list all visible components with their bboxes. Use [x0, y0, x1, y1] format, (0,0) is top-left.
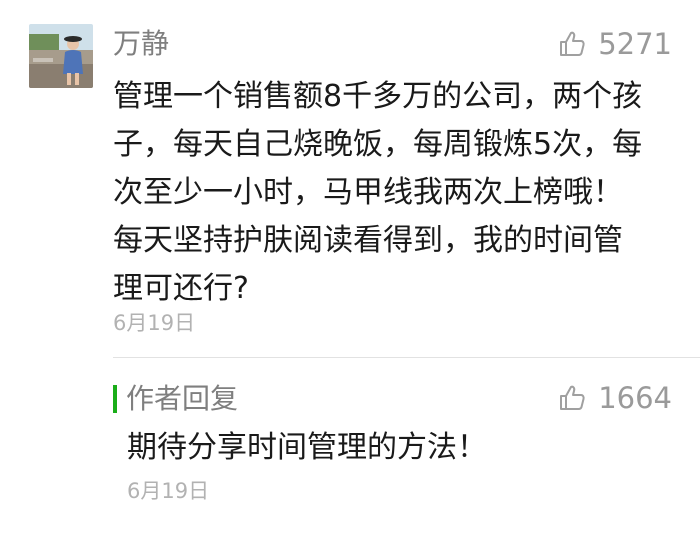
reply-like-count: 1664 [598, 381, 672, 415]
comment-text: 管理一个销售额8千多万的公司，两个孩 子，每天自己烧晚饭，每周锻炼5次，每 次至… [113, 79, 643, 306]
comment-like-count: 5271 [598, 27, 672, 61]
author-reply-header: 作者回复 [113, 382, 238, 416]
reply-text: 期待分享时间管理的方法！ [127, 430, 487, 465]
author-reply-marker [113, 385, 117, 413]
thumbs-up-icon [560, 31, 585, 56]
divider [113, 357, 700, 358]
commenter-name: 万静 [113, 27, 170, 60]
author-reply-label: 作者回复 [126, 382, 239, 415]
reply-date: 6月19日 [127, 479, 210, 503]
reply-like-button[interactable]: 1664 [558, 380, 672, 416]
comment-date: 6月19日 [113, 311, 196, 335]
avatar-photo [29, 24, 93, 88]
comment-like-button[interactable]: 5271 [558, 26, 672, 62]
thumbs-up-icon [560, 385, 585, 410]
avatar[interactable] [29, 24, 93, 88]
